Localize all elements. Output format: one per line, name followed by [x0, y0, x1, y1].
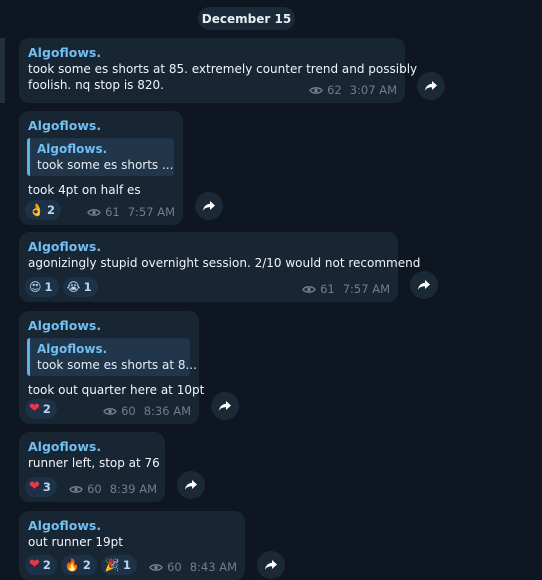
- message-author: Algoflows.: [28, 45, 102, 60]
- forward-arrow-icon: [219, 401, 231, 411]
- message-bubble[interactable]: Algoflows. Algoflows. took some es short…: [19, 111, 183, 225]
- reactions-row: 👌 2: [25, 200, 61, 220]
- reaction-chip[interactable]: 😍 1: [25, 277, 59, 297]
- heart-eyes-emoji: 😍: [29, 280, 42, 294]
- message-meta: 61 7:57 AM: [87, 205, 175, 219]
- reaction-count: 2: [42, 558, 51, 572]
- message-time: 8:39 AM: [109, 482, 157, 496]
- view-count: 61: [105, 205, 120, 219]
- forward-arrow-icon: [265, 560, 277, 570]
- message-bubble[interactable]: Algoflows. took some es shorts at 85. ex…: [19, 38, 418, 103]
- reaction-chip[interactable]: ❤ 2: [25, 399, 57, 419]
- forward-arrow-icon: [203, 201, 215, 211]
- message-time: 7:57 AM: [127, 205, 175, 219]
- reaction-chip[interactable]: 🔥 2: [60, 555, 97, 575]
- eye-icon: [87, 208, 101, 216]
- forward-arrow-icon: [185, 480, 197, 490]
- view-count: 60: [167, 560, 182, 574]
- message-author: Algoflows.: [28, 118, 102, 133]
- message-text-line: took 4pt on half es: [28, 183, 141, 197]
- reply-author: Algoflows.: [37, 142, 108, 156]
- message-bubble[interactable]: Algoflows. out runner 19pt ❤ 2 🔥 2 🎉 1 6…: [19, 511, 245, 580]
- reply-text: took some es shorts ...: [37, 158, 174, 172]
- fire-emoji: 🔥: [64, 558, 80, 572]
- message-text-line: took some es shorts at 85. extremely cou…: [28, 62, 418, 76]
- forward-button[interactable]: [211, 392, 239, 420]
- eye-icon: [309, 86, 323, 94]
- reaction-count: 1: [83, 280, 92, 294]
- message-text-line: out runner 19pt: [28, 535, 123, 549]
- reply-author: Algoflows.: [37, 342, 108, 356]
- reaction-chip[interactable]: 😭 1: [62, 277, 98, 297]
- message-meta: 62 3:07 AM: [309, 83, 397, 97]
- message-bubble[interactable]: Algoflows. agonizingly stupid overnight …: [19, 232, 421, 302]
- forward-button[interactable]: [177, 471, 205, 499]
- heart-emoji: ❤: [29, 479, 40, 494]
- party-popper-emoji: 🎉: [104, 558, 120, 572]
- reactions-row: ❤ 2 🔥 2 🎉 1: [25, 555, 137, 575]
- ok-hand-emoji: 👌: [29, 203, 44, 217]
- message-bubble[interactable]: Algoflows. runner left, stop at 76 ❤ 3 6…: [19, 432, 165, 502]
- message-author: Algoflows.: [28, 439, 102, 454]
- message-author: Algoflows.: [28, 518, 102, 533]
- reactions-row: 😍 1 😭 1: [25, 277, 98, 297]
- message-meta: 60 8:36 AM: [103, 404, 191, 418]
- crying-emoji: 😭: [66, 280, 81, 294]
- reply-text: took some es shorts at 8...: [37, 358, 197, 372]
- reaction-chip[interactable]: ❤ 2: [25, 555, 57, 575]
- reaction-count: 3: [42, 480, 51, 494]
- forward-button[interactable]: [195, 192, 223, 220]
- message-text-line: took out quarter here at 10pt: [28, 383, 205, 397]
- message-time: 7:57 AM: [342, 282, 390, 296]
- forward-arrow-icon: [418, 280, 430, 290]
- eye-icon: [302, 285, 316, 293]
- message-author: Algoflows.: [28, 318, 102, 333]
- message-meta: 60 8:43 AM: [149, 560, 237, 574]
- reaction-count: 1: [122, 558, 131, 572]
- view-count: 62: [327, 83, 342, 97]
- message-author: Algoflows.: [28, 239, 102, 254]
- reactions-row: ❤ 2: [25, 399, 57, 419]
- message-time: 8:36 AM: [143, 404, 191, 418]
- message-meta: 61 7:57 AM: [302, 282, 390, 296]
- reaction-count: 2: [82, 558, 91, 572]
- reply-quote[interactable]: Algoflows. took some es shorts ...: [27, 138, 174, 176]
- forward-button[interactable]: [257, 551, 285, 579]
- reaction-chip[interactable]: ❤ 3: [25, 477, 57, 497]
- reaction-chip[interactable]: 🎉 1: [100, 555, 137, 575]
- message-time: 8:43 AM: [189, 560, 237, 574]
- reactions-row: ❤ 3: [25, 477, 57, 497]
- eye-icon: [69, 485, 83, 493]
- view-count: 60: [87, 482, 102, 496]
- view-count: 60: [121, 404, 136, 418]
- reaction-chip[interactable]: 👌 2: [25, 200, 61, 220]
- reaction-count: 1: [44, 280, 53, 294]
- message-bubble[interactable]: Algoflows. Algoflows. took some es short…: [19, 311, 205, 424]
- message-time: 3:07 AM: [349, 83, 397, 97]
- forward-button[interactable]: [417, 72, 445, 100]
- reaction-count: 2: [42, 402, 51, 416]
- forward-arrow-icon: [425, 81, 437, 91]
- forward-button[interactable]: [410, 271, 438, 299]
- message-text-line: agonizingly stupid overnight session. 2/…: [28, 256, 421, 270]
- heart-emoji: ❤: [29, 557, 40, 572]
- reaction-count: 2: [46, 203, 55, 217]
- date-separator: December 15: [198, 7, 295, 30]
- eye-icon: [149, 563, 163, 571]
- eye-icon: [103, 407, 117, 415]
- message-text-line: runner left, stop at 76: [28, 456, 160, 470]
- reply-quote[interactable]: Algoflows. took some es shorts at 8...: [27, 338, 197, 376]
- scroll-edge: [0, 38, 5, 103]
- view-count: 61: [320, 282, 335, 296]
- heart-emoji: ❤: [29, 401, 40, 416]
- message-meta: 60 8:39 AM: [69, 482, 157, 496]
